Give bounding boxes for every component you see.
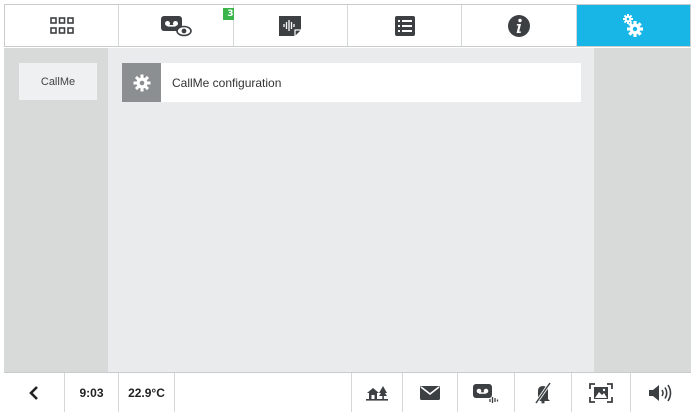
home-tree-icon [366, 385, 388, 401]
audio-message-icon [279, 15, 302, 36]
bottom-status-bar: 9:03 22.9°C [4, 372, 691, 412]
tab-list[interactable] [347, 5, 463, 46]
right-side-panel [594, 48, 691, 372]
temperature: 22.9°C [119, 373, 175, 412]
volume-button[interactable] [631, 373, 691, 412]
back-button[interactable] [4, 373, 65, 412]
fullscreen-picture-icon [589, 382, 613, 403]
mute-button[interactable] [515, 373, 572, 412]
list-icon [394, 15, 415, 36]
apps-grid-icon [49, 16, 74, 34]
mail-button[interactable] [403, 373, 458, 412]
tab-voicemail-view[interactable]: 3 [119, 5, 238, 46]
voicemail-audio-icon [473, 383, 499, 403]
voicemail-view-icon [160, 15, 192, 36]
back-chevron-icon [29, 385, 38, 400]
tab-settings[interactable] [576, 5, 690, 46]
home-button[interactable] [351, 373, 403, 412]
top-tab-bar: 3 [4, 4, 691, 47]
volume-icon [649, 384, 672, 401]
tab-info[interactable] [462, 5, 577, 46]
info-icon [507, 14, 530, 37]
settings-sidebar: CallMe [4, 48, 108, 372]
settings-content: CallMe configuration [108, 48, 594, 372]
mail-icon [420, 385, 440, 400]
tab-audio-message[interactable] [233, 5, 348, 46]
sidebar-item-callme[interactable]: CallMe [19, 63, 97, 100]
status-spacer [175, 373, 351, 412]
callme-configuration-item[interactable]: CallMe configuration [122, 63, 581, 102]
tab-apps[interactable] [5, 5, 120, 46]
fullscreen-button[interactable] [572, 373, 631, 412]
settings-gears-icon [623, 13, 644, 37]
mute-bell-icon [534, 381, 552, 404]
sidebar-item-label: CallMe [40, 75, 76, 88]
config-item-label: CallMe configuration [172, 75, 282, 90]
clock: 9:03 [65, 373, 119, 412]
gear-icon [122, 63, 161, 102]
voicemail-button[interactable] [458, 373, 515, 412]
